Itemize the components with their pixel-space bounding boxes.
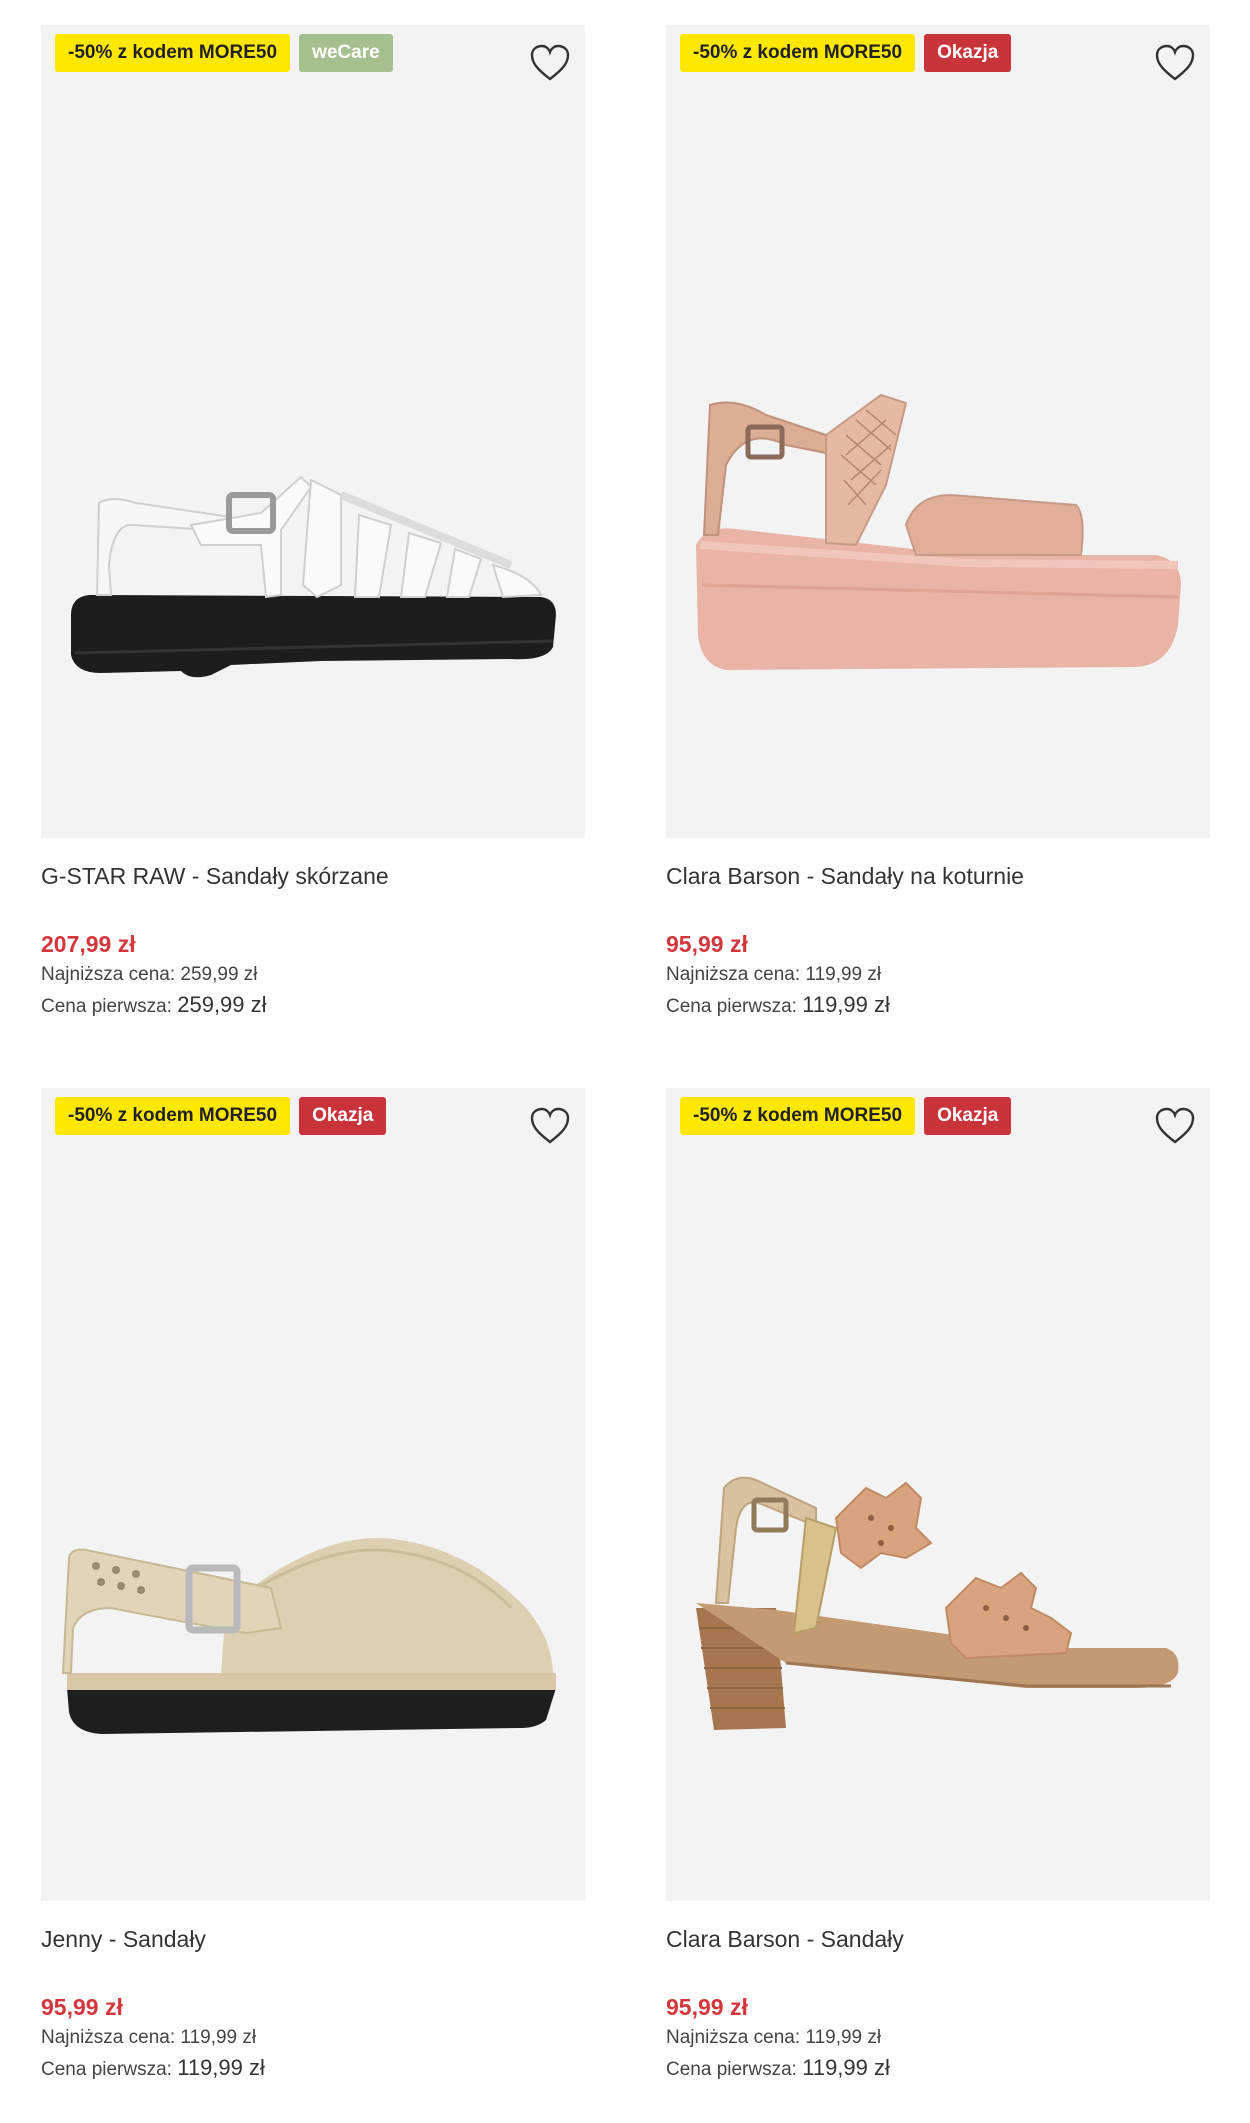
original-price: Cena pierwsza: 119,99 zł — [666, 990, 1210, 1022]
promo-badge: -50% z kodem MORE50 — [680, 34, 916, 72]
okazja-badge: Okazja — [924, 34, 1012, 72]
product-price: 207,99 zł — [41, 931, 136, 957]
promo-badge: -50% z kodem MORE50 — [55, 1097, 291, 1135]
original-price: Cena pierwsza: 119,99 zł — [41, 2053, 585, 2085]
product-price: 95,99 zł — [666, 931, 748, 957]
pink-wedge-sandal-image — [696, 393, 1181, 670]
white-fisherman-sandal-image — [71, 475, 556, 678]
badge-group: -50% z kodem MORE50 Okazja — [680, 1097, 1012, 1135]
original-price-label: Cena pierwsza: — [666, 996, 797, 1017]
original-price-value: 119,99 zł — [802, 2055, 890, 2080]
okazja-badge: Okazja — [924, 1097, 1012, 1135]
product-image[interactable]: -50% z kodem MORE50 Okazja — [666, 25, 1210, 838]
badge-group: -50% z kodem MORE50 Okazja — [680, 34, 1012, 72]
lowest-price-value: 259,99 zł — [180, 964, 258, 985]
original-price-label: Cena pierwsza: — [41, 2059, 172, 2080]
lowest-price-value: 119,99 zł — [180, 2027, 257, 2048]
badge-group: -50% z kodem MORE50 weCare — [55, 34, 393, 72]
product-card[interactable]: -50% z kodem MORE50 weCare G-STAR RAW - … — [41, 25, 585, 1022]
original-price: Cena pierwsza: 119,99 zł — [666, 2053, 1210, 2085]
product-price: 95,99 zł — [41, 1994, 123, 2020]
product-title[interactable]: Jenny - Sandały — [41, 1923, 585, 1955]
lowest-price-label: Najniższa cena: — [41, 964, 176, 985]
promo-badge: -50% z kodem MORE50 — [55, 34, 291, 72]
product-title[interactable]: G-STAR RAW - Sandały skórzane — [41, 860, 585, 892]
original-price-label: Cena pierwsza: — [666, 2059, 797, 2080]
product-card[interactable]: -50% z kodem MORE50 Okazja Clara Barson … — [666, 1088, 1210, 2085]
original-price-value: 119,99 zł — [177, 2055, 265, 2080]
heart-icon[interactable] — [1154, 43, 1196, 83]
original-price: Cena pierwsza: 259,99 zł — [41, 990, 585, 1022]
lowest-price-value: 119,99 zł — [805, 964, 882, 985]
lowest-price: Najniższa cena: 119,99 zł — [666, 960, 1210, 990]
promo-badge: -50% z kodem MORE50 — [680, 1097, 916, 1135]
product-image[interactable]: -50% z kodem MORE50 Okazja — [666, 1088, 1210, 1901]
product-image[interactable]: -50% z kodem MORE50 weCare — [41, 25, 585, 838]
product-title[interactable]: Clara Barson - Sandały — [666, 1923, 1210, 1955]
product-title[interactable]: Clara Barson - Sandały na koturnie — [666, 860, 1210, 892]
wecare-badge: weCare — [299, 34, 393, 72]
lowest-price-label: Najniższa cena: — [41, 2027, 176, 2048]
lowest-price: Najniższa cena: 119,99 zł — [41, 2023, 585, 2053]
tan-heeled-sandal-image — [696, 1476, 1179, 1730]
product-grid: -50% z kodem MORE50 weCare G-STAR RAW - … — [0, 0, 1250, 2123]
product-price: 95,99 zł — [666, 1994, 748, 2020]
product-image[interactable]: -50% z kodem MORE50 Okazja — [41, 1088, 585, 1901]
lowest-price-label: Najniższa cena: — [666, 964, 801, 985]
heart-icon[interactable] — [529, 1106, 571, 1146]
product-card[interactable]: -50% z kodem MORE50 Okazja Jenny - Sanda… — [41, 1088, 585, 2085]
heart-icon[interactable] — [1154, 1106, 1196, 1146]
original-price-label: Cena pierwsza: — [41, 996, 172, 1017]
heart-icon[interactable] — [529, 43, 571, 83]
badge-group: -50% z kodem MORE50 Okazja — [55, 1097, 387, 1135]
lowest-price: Najniższa cena: 119,99 zł — [666, 2023, 1210, 2053]
okazja-badge: Okazja — [299, 1097, 387, 1135]
beige-clog-image — [61, 1537, 556, 1734]
lowest-price: Najniższa cena: 259,99 zł — [41, 960, 585, 990]
original-price-value: 259,99 zł — [177, 992, 267, 1017]
lowest-price-label: Najniższa cena: — [666, 2027, 801, 2048]
original-price-value: 119,99 zł — [802, 992, 890, 1017]
lowest-price-value: 119,99 zł — [805, 2027, 882, 2048]
product-card[interactable]: -50% z kodem MORE50 Okazja Clara Barson … — [666, 25, 1210, 1022]
